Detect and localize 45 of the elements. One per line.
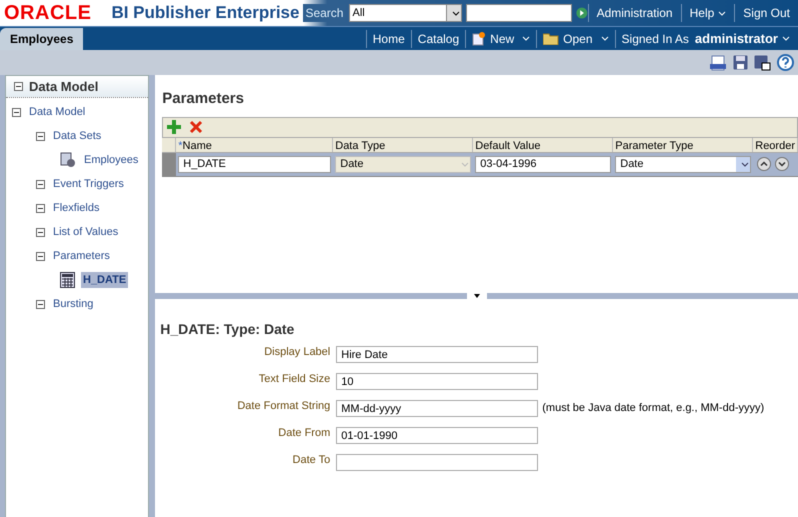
column-header: *Name [176, 138, 334, 152]
header-link[interactable]: Administration [588, 4, 681, 22]
tree-item[interactable]: Parameters [51, 248, 112, 264]
column-header: Data Type [333, 138, 474, 152]
text-field[interactable]: 10 [336, 373, 538, 390]
search-label: Search [303, 4, 346, 22]
tree-item[interactable]: Flexfields [51, 200, 102, 216]
text-field[interactable]: MM-dd-yyyy [336, 400, 538, 417]
product-title: BI Publisher Enterprise [111, 2, 300, 24]
tree-item[interactable]: Bursting [51, 296, 96, 312]
header-link[interactable]: Sign Out [734, 4, 798, 22]
field-label: Display Label [263, 345, 332, 360]
column-header: Default Value [473, 138, 614, 152]
field-label: Date From [277, 426, 332, 441]
user-menu[interactable]: administrator [694, 28, 798, 48]
default-value-field[interactable]: 03-04-1996 [475, 156, 612, 172]
tree-item[interactable]: Employees [82, 152, 140, 168]
field-label: Text Field Size [258, 372, 332, 387]
header-link[interactable]: Help [680, 4, 734, 22]
search-scope-select[interactable]: All [349, 4, 462, 22]
field-label: Date To [292, 453, 332, 468]
nav-link[interactable]: Open [536, 30, 615, 48]
column-header: Reorder [753, 138, 798, 152]
sidebar-title: Data Model [29, 78, 98, 96]
name-field[interactable]: H_DATE [178, 156, 332, 172]
tree-item[interactable]: Event Triggers [51, 176, 126, 192]
tree-item[interactable]: Data Sets [51, 128, 104, 144]
tree-item[interactable]: Data Model [27, 104, 88, 120]
format-hint: (must be Java date format, e.g., MM-dd-yyyy) [542, 401, 764, 416]
text-field[interactable]: Hire Date [336, 346, 538, 363]
section-title: Parameters [162, 89, 245, 109]
nav-link[interactable]: New [465, 30, 536, 48]
nav-link[interactable]: Home [366, 30, 411, 48]
document-tab[interactable]: Employees [0, 28, 84, 50]
parameter-type-select[interactable]: Date [615, 156, 752, 172]
detail-title: H_DATE: Type: Date [160, 320, 296, 339]
field-label: Date Format String [236, 399, 332, 414]
column-header: Parameter Type [613, 138, 754, 152]
nav-link[interactable]: Catalog [410, 30, 466, 48]
table-row[interactable]: H_DATE Date 03-04-1996 Date [162, 152, 798, 176]
text-field[interactable]: 01-01-1990 [336, 427, 538, 444]
signed-in-label: Signed In As [614, 30, 695, 48]
oracle-logo: ORACLE [4, 1, 92, 26]
tree-item[interactable]: H_DATE [81, 272, 128, 288]
tree-item[interactable]: List of Values [51, 224, 120, 240]
